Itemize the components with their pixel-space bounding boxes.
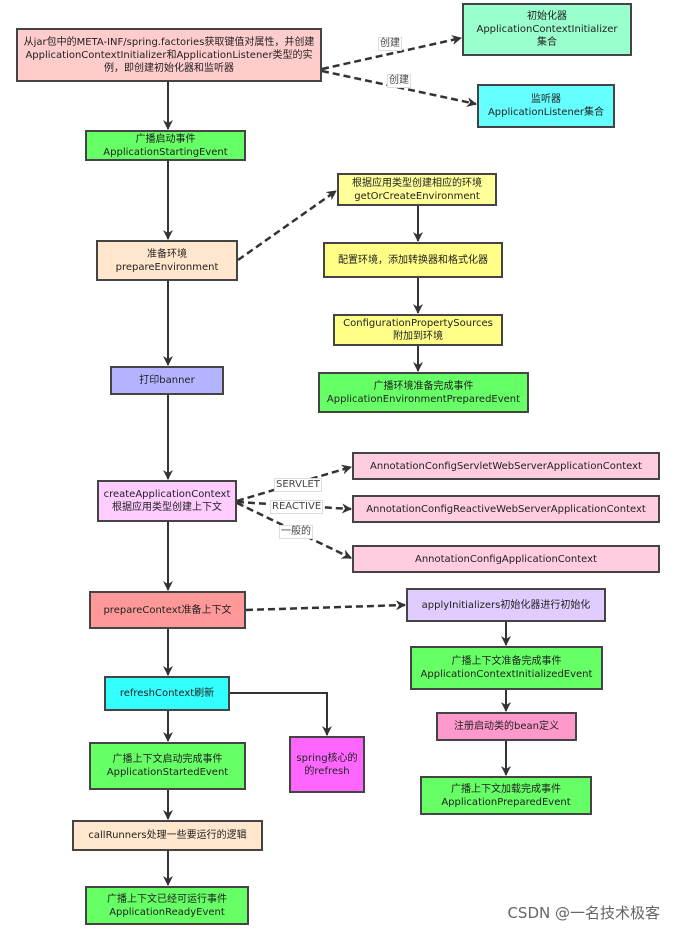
node-starting-event: 广播启动事件 ApplicationStartingEvent: [85, 130, 246, 161]
node-spring-refresh: spring核心的 的refresh: [289, 736, 365, 793]
node-print-banner: 打印banner: [110, 366, 224, 395]
node-env-prepared-event: 广播环境准备完成事件 ApplicationEnvironmentPrepare…: [318, 372, 529, 413]
node-refresh-context: refreshContext刷新: [104, 676, 230, 711]
node-load-factories: 从jar包中的META-INF/spring.factories获取键值对属性，…: [16, 28, 322, 82]
node-prepare-context: prepareContext准备上下文: [89, 591, 246, 629]
node-reactive-context: AnnotationConfigReactiveWebServerApplica…: [352, 495, 660, 523]
edge: [230, 692, 332, 736]
node-configure-env: 配置环境，添加转换器和格式化器: [323, 242, 503, 278]
node-create-context: createApplicationContext 根据应用类型创建上下文: [97, 480, 237, 522]
node-prepare-env: 准备环境 prepareEnvironment: [96, 240, 238, 281]
node-initializers: 初始化器 ApplicationContextInitializer 集合: [462, 3, 632, 56]
edge-label-create: 创建: [378, 37, 402, 51]
node-listeners: 监听器 ApplicationListener集合: [477, 84, 615, 128]
edge: [237, 189, 337, 262]
watermark: CSDN @一名技术极客: [507, 904, 660, 922]
node-apply-initializers: applyInitializers初始化器进行初始化: [406, 588, 606, 622]
node-call-runners: callRunners处理一些要运行的逻辑: [72, 820, 263, 851]
node-servlet-context: AnnotationConfigServletWebServerApplicat…: [352, 452, 660, 480]
node-config-property-sources: ConfigurationPropertySources 附加到环境: [333, 314, 503, 346]
node-started-event: 广播上下文启动完成事件 ApplicationStartedEvent: [89, 742, 246, 790]
node-general-context: AnnotationConfigApplicationContext: [352, 545, 660, 573]
edge: [245, 600, 406, 612]
edge-label-reactive: REACTIVE: [270, 500, 324, 514]
node-register-bean: 注册启动类的bean定义: [436, 712, 577, 741]
node-context-initialized-event: 广播上下文准备完成事件 ApplicationContextInitialize…: [410, 646, 603, 690]
edge-label-create: 创建: [387, 74, 411, 88]
node-ready-event: 广播上下文已经可运行事件 ApplicationReadyEvent: [85, 886, 249, 925]
edge-label-servlet: SERVLET: [274, 478, 322, 492]
node-get-or-create-env: 根据应用类型创建相应的环境 getOrCreateEnvironment: [337, 173, 497, 206]
edge-label-general: 一般的: [279, 525, 313, 539]
node-prepared-event: 广播上下文加载完成事件 ApplicationPreparedEvent: [420, 776, 592, 815]
